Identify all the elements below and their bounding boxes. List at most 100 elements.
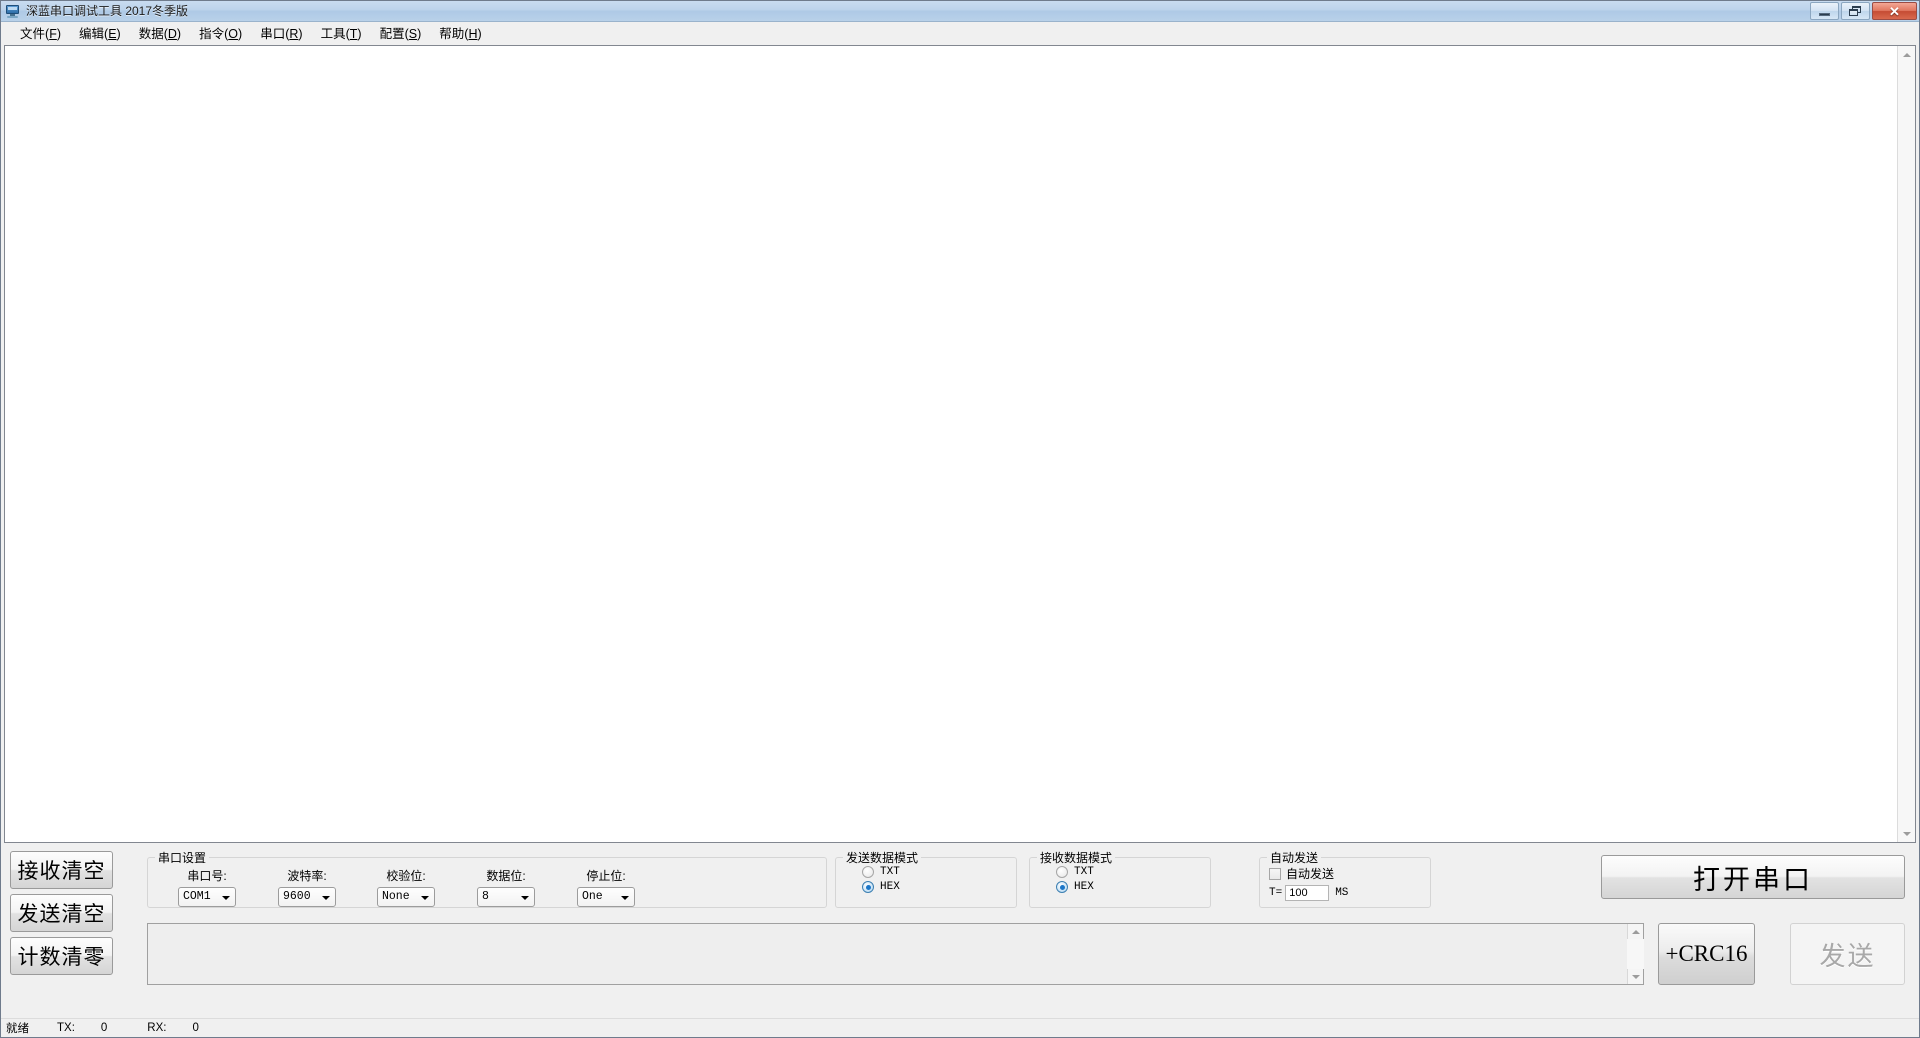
monitor-icon (5, 3, 21, 19)
interval-input[interactable]: 100 (1285, 885, 1330, 901)
interval-label: T= (1269, 887, 1283, 899)
title-bar: 深蓝串口调试工具 2017冬季版 ✕ (1, 1, 1919, 22)
chevron-down-icon (1631, 974, 1640, 979)
field-databits: 数据位: 8 (477, 867, 535, 907)
chevron-down-icon (322, 896, 330, 900)
send-button[interactable]: 发送 (1790, 923, 1905, 985)
databits-label: 数据位: (486, 869, 526, 883)
parity-label: 校验位: (386, 869, 426, 883)
send-textbox[interactable] (148, 924, 1627, 984)
restore-icon (1849, 5, 1862, 17)
receive-mode-txt-radio[interactable]: TXT (1056, 866, 1210, 878)
chevron-down-icon (621, 896, 629, 900)
send-mode-hex-radio[interactable]: HEX (862, 881, 1016, 893)
send-scrollbar[interactable] (1627, 924, 1644, 984)
send-mode-txt-label: TXT (880, 866, 900, 878)
send-mode-title: 发送数据模式 (843, 849, 922, 866)
status-bar: 就绪 TX: 0 RX: 0 (1, 1018, 1919, 1037)
application-window: 深蓝串口调试工具 2017冬季版 ✕ 文件(F) 编辑(E) 数据(D) 指令(… (0, 0, 1920, 1038)
chevron-up-icon (1902, 52, 1911, 57)
baudrate-value: 9600 (283, 890, 311, 904)
radio-unchecked-icon (862, 866, 874, 878)
window-controls: ✕ (1810, 2, 1917, 20)
port-label: 串口号: (187, 869, 227, 883)
close-icon: ✕ (1889, 3, 1900, 19)
port-value: COM1 (183, 890, 211, 904)
control-panel: 接收清空 发送清空 计数清零 串口设置 串口号: COM1 波特率: 9600 (1, 843, 1919, 1018)
close-button[interactable]: ✕ (1872, 2, 1917, 20)
scroll-down-button[interactable] (1898, 825, 1915, 842)
clear-receive-button[interactable]: 接收清空 (10, 851, 113, 889)
crc16-button[interactable]: +CRC16 (1658, 923, 1755, 985)
menu-serialport[interactable]: 串口(R) (251, 21, 311, 44)
databits-select[interactable]: 8 (477, 887, 535, 907)
clear-buttons-group: 接收清空 发送清空 计数清零 (10, 851, 113, 975)
serial-settings-group: 串口设置 串口号: COM1 波特率: 9600 校验位: None 数据位: … (147, 849, 827, 908)
window-title: 深蓝串口调试工具 2017冬季版 (26, 3, 189, 18)
interval-unit: MS (1335, 887, 1349, 899)
menu-command[interactable]: 指令(O) (190, 21, 251, 44)
receive-mode-txt-label: TXT (1074, 866, 1094, 878)
auto-send-interval-row: T= 100 MS (1269, 885, 1430, 901)
parity-value: None (382, 890, 410, 904)
tx-value: 0 (100, 1022, 108, 1034)
baudrate-select[interactable]: 9600 (278, 887, 336, 907)
receive-textbox[interactable] (5, 46, 1897, 842)
field-baudrate: 波特率: 9600 (278, 867, 336, 907)
status-ready-text: 就绪 (6, 1023, 29, 1035)
field-parity: 校验位: None (377, 867, 435, 907)
open-port-button[interactable]: 打开串口 (1601, 855, 1905, 899)
tx-label: TX: (57, 1022, 75, 1034)
rx-value: 0 (192, 1022, 199, 1034)
maximize-button[interactable] (1841, 2, 1870, 20)
scroll-up-button[interactable] (1898, 46, 1915, 63)
rx-label: RX: (147, 1022, 167, 1034)
baudrate-label: 波特率: (287, 869, 327, 883)
port-select[interactable]: COM1 (178, 887, 236, 907)
send-scroll-down-button[interactable] (1628, 969, 1643, 984)
chevron-down-icon (421, 896, 429, 900)
checkbox-unchecked-icon (1269, 867, 1281, 880)
menu-data[interactable]: 数据(D) (130, 21, 190, 44)
menu-edit[interactable]: 编辑(E) (70, 21, 130, 44)
chevron-down-icon (222, 896, 230, 900)
receive-mode-group: 接收数据模式 TXT HEX (1029, 849, 1211, 908)
menu-help[interactable]: 帮助(H) (430, 21, 490, 44)
receive-mode-hex-label: HEX (1074, 881, 1094, 893)
clear-send-button[interactable]: 发送清空 (10, 894, 113, 932)
send-mode-hex-label: HEX (880, 881, 900, 893)
chevron-down-icon (521, 896, 529, 900)
databits-value: 8 (482, 890, 489, 904)
auto-send-checkbox-label: 自动发送 (1286, 867, 1335, 881)
receive-area[interactable] (4, 45, 1916, 843)
send-mode-group: 发送数据模式 TXT HEX (835, 849, 1017, 908)
serial-settings-title: 串口设置 (155, 849, 210, 866)
receive-mode-hex-radio[interactable]: HEX (1056, 881, 1210, 893)
menu-bar: 文件(F) 编辑(E) 数据(D) 指令(O) 串口(R) 工具(T) 配置(S… (1, 22, 1919, 43)
auto-send-title: 自动发送 (1267, 849, 1322, 866)
minimize-icon (1819, 12, 1830, 16)
send-area[interactable] (147, 923, 1644, 985)
menu-config[interactable]: 配置(S) (371, 21, 431, 44)
radio-checked-icon (1056, 881, 1068, 893)
send-scroll-up-button[interactable] (1628, 924, 1643, 939)
field-stopbits: 停止位: One (577, 867, 635, 907)
radio-checked-icon (862, 881, 874, 893)
send-scroll-track[interactable] (1627, 939, 1644, 969)
minimize-button[interactable] (1810, 2, 1839, 20)
stopbits-value: One (582, 890, 603, 904)
stopbits-label: 停止位: (586, 869, 626, 883)
send-mode-txt-radio[interactable]: TXT (862, 866, 1016, 878)
menu-tools[interactable]: 工具(T) (312, 21, 371, 44)
menu-file[interactable]: 文件(F) (11, 21, 70, 44)
stopbits-select[interactable]: One (577, 887, 635, 907)
chevron-down-icon (1902, 831, 1911, 836)
auto-send-checkbox-row[interactable]: 自动发送 (1269, 865, 1430, 882)
scroll-track[interactable] (1898, 63, 1915, 825)
parity-select[interactable]: None (377, 887, 435, 907)
receive-scrollbar[interactable] (1897, 46, 1915, 842)
reset-counter-button[interactable]: 计数清零 (10, 937, 113, 975)
chevron-up-icon (1631, 929, 1640, 934)
auto-send-group: 自动发送 自动发送 T= 100 MS (1259, 849, 1431, 908)
radio-unchecked-icon (1056, 866, 1068, 878)
